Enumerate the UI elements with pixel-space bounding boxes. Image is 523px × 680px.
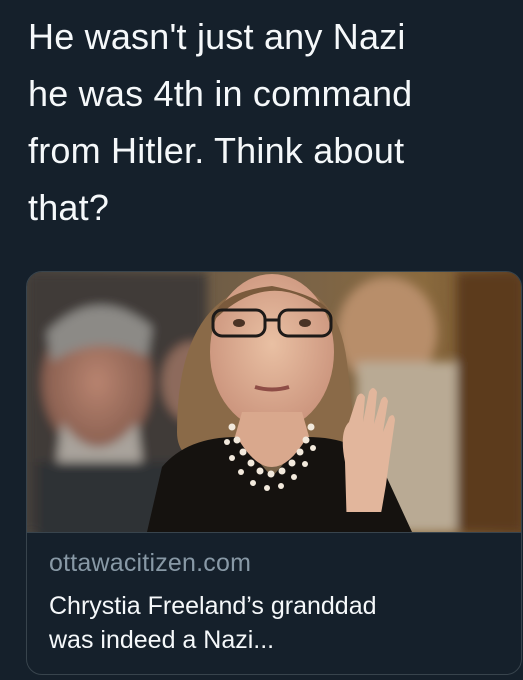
tweet-text: He wasn't just any Nazi he was 4th in co… bbox=[28, 8, 508, 236]
tweet-text-line: He wasn't just any Nazi bbox=[28, 16, 406, 57]
link-preview-card[interactable]: ottawacitizen.com Chrystia Freeland’s gr… bbox=[26, 271, 522, 675]
news-photo[interactable] bbox=[27, 272, 521, 532]
tweet-text-line: that? bbox=[28, 187, 110, 228]
tweet-text-line: from Hitler. Think about bbox=[28, 130, 405, 171]
link-title-line: Chrystia Freeland’s granddad bbox=[49, 592, 377, 620]
link-domain: ottawacitizen.com bbox=[49, 549, 252, 577]
link-title: Chrystia Freeland’s granddad was indeed … bbox=[49, 589, 509, 657]
link-title-line: was indeed a Nazi... bbox=[49, 626, 275, 654]
tweet-text-line: he was 4th in command bbox=[28, 73, 413, 114]
link-card-footer: ottawacitizen.com Chrystia Freeland’s gr… bbox=[27, 532, 521, 674]
tweet-screenshot: He wasn't just any Nazi he was 4th in co… bbox=[0, 0, 523, 680]
